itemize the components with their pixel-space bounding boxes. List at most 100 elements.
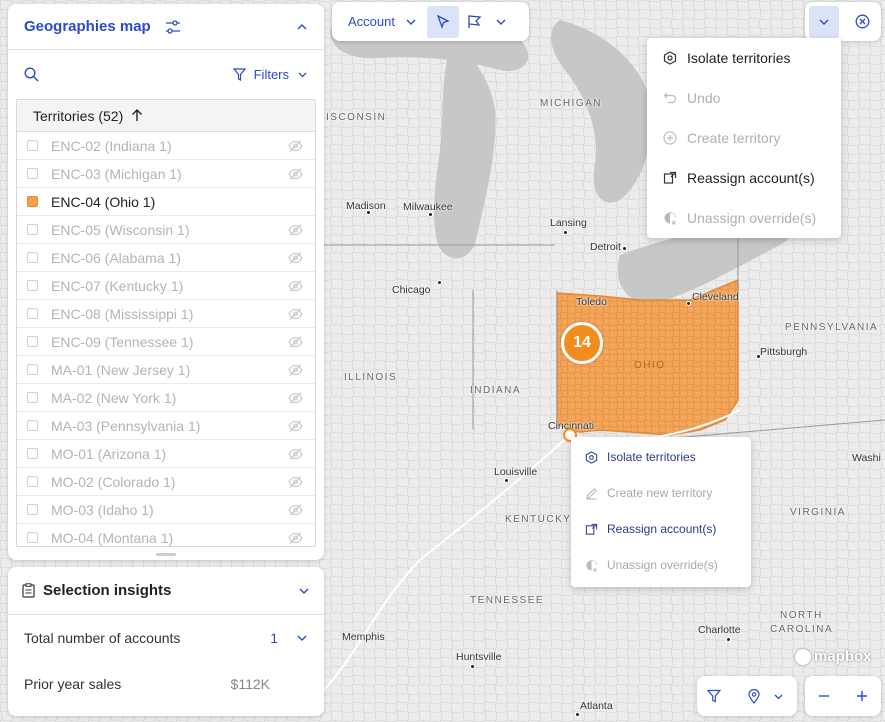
menu-item-create-territory[interactable]: Create territory: [647, 118, 841, 158]
territory-row[interactable]: MO-01 (Arizona 1): [17, 440, 315, 468]
city-label: Atlanta: [580, 700, 613, 712]
insights-title: Selection insights: [43, 582, 172, 599]
hidden-eye-icon[interactable]: [288, 475, 303, 489]
zoom-in-icon[interactable]: [856, 690, 868, 702]
state-label: KENTUCKY: [505, 514, 572, 525]
clear-selection-button[interactable]: [847, 6, 877, 38]
hidden-eye-icon[interactable]: [288, 279, 303, 293]
territory-color-swatch[interactable]: [27, 252, 38, 263]
total-accounts-label: Total number of accounts: [24, 630, 181, 646]
hidden-eye-icon[interactable]: [288, 307, 303, 321]
territory-row[interactable]: MA-01 (New Jersey 1): [17, 356, 315, 384]
menu-item-isolate-territories[interactable]: Isolate territories: [571, 439, 751, 475]
territory-color-swatch[interactable]: [27, 308, 38, 319]
prior-sales-row: Prior year sales $112K: [8, 661, 324, 707]
territory-color-swatch[interactable]: [27, 280, 38, 291]
chevron-down-icon[interactable]: [495, 16, 507, 28]
city-label: Cleveland: [692, 291, 739, 303]
filter-icon[interactable]: [707, 689, 721, 703]
territory-row[interactable]: ENC-03 (Michigan 1): [17, 160, 315, 188]
territory-color-swatch[interactable]: [27, 196, 38, 207]
territory-color-swatch[interactable]: [27, 392, 38, 403]
territory-color-swatch[interactable]: [27, 140, 38, 151]
prior-sales-label: Prior year sales: [24, 676, 122, 692]
selection-insights-panel: Selection insights Total number of accou…: [8, 567, 324, 716]
filters-button[interactable]: Filters: [232, 66, 308, 82]
territory-row[interactable]: ENC-05 (Wisconsin 1): [17, 216, 315, 244]
territory-label: MO-04 (Montana 1): [51, 529, 174, 546]
territory-list-header[interactable]: Territories (52): [17, 100, 315, 132]
territory-color-swatch[interactable]: [27, 420, 38, 431]
territory-row[interactable]: ENC-08 (Mississippi 1): [17, 300, 315, 328]
city-label: Milwaukee: [403, 201, 453, 213]
chevron-down-icon[interactable]: [773, 691, 784, 702]
territory-row[interactable]: MA-03 (Pennsylvania 1): [17, 412, 315, 440]
hidden-eye-icon[interactable]: [288, 335, 303, 349]
menu-item-label: Isolate territories: [607, 450, 696, 464]
sort-ascending-icon[interactable]: [131, 109, 143, 122]
menu-item-create-new-territory[interactable]: Create new territory: [571, 475, 751, 511]
pencil-icon: [586, 487, 597, 500]
territory-color-swatch[interactable]: [27, 224, 38, 235]
zoom-out-icon[interactable]: [818, 690, 830, 702]
territory-label: MA-03 (Pennsylvania 1): [51, 417, 201, 434]
territory-color-swatch[interactable]: [27, 448, 38, 459]
territory-row[interactable]: ENC-02 (Indiana 1): [17, 132, 315, 160]
reassign-icon: [663, 171, 677, 184]
account-dropdown[interactable]: Account: [338, 14, 427, 29]
menu-item-label: Reassign account(s): [687, 170, 815, 186]
reassign-icon: [585, 523, 598, 535]
menu-item-undo[interactable]: Undo: [647, 78, 841, 118]
territory-row[interactable]: MO-04 (Montana 1): [17, 524, 315, 546]
search-icon[interactable]: [24, 66, 39, 82]
hidden-eye-icon[interactable]: [288, 447, 303, 461]
territory-color-swatch[interactable]: [27, 336, 38, 347]
close-circle-icon: [855, 14, 869, 29]
panel-resize-handle[interactable]: [156, 553, 176, 556]
territory-row[interactable]: ENC-04 (Ohio 1): [17, 188, 315, 216]
territory-row[interactable]: MA-02 (New York 1): [17, 384, 315, 412]
menu-item-reassign-account-s[interactable]: Reassign account(s): [571, 511, 751, 547]
menu-item-label: Create territory: [687, 130, 781, 146]
menu-item-reassign-account-s[interactable]: Reassign account(s): [647, 158, 841, 198]
territory-row[interactable]: ENC-09 (Tennessee 1): [17, 328, 315, 356]
lasso-tool-button[interactable]: [459, 6, 491, 38]
geographies-panel: Geographies map Filters Territories (52)…: [8, 4, 324, 560]
territory-row[interactable]: MO-02 (Colorado 1): [17, 468, 315, 496]
territory-color-swatch[interactable]: [27, 168, 38, 179]
hidden-eye-icon[interactable]: [288, 503, 303, 517]
menu-item-isolate-territories[interactable]: Isolate territories: [647, 38, 841, 78]
select-tool-button[interactable]: [426, 5, 459, 38]
territory-row[interactable]: MO-03 (Idaho 1): [17, 496, 315, 524]
territory-color-swatch[interactable]: [27, 532, 38, 543]
chevron-down-icon[interactable]: [296, 632, 308, 644]
territory-color-swatch[interactable]: [27, 504, 38, 515]
menu-item-label: Create new territory: [607, 486, 713, 500]
chevron-up-icon[interactable]: [296, 21, 308, 33]
map-context-menu: Isolate territories Create new territory R…: [571, 437, 751, 587]
location-pin-icon[interactable]: [747, 688, 761, 704]
hidden-eye-icon[interactable]: [288, 363, 303, 377]
sliders-icon[interactable]: [165, 19, 181, 35]
menu-item-unassign-override-s[interactable]: Unassign override(s): [571, 547, 751, 583]
cluster-marker[interactable]: 14: [561, 322, 603, 364]
territory-color-swatch[interactable]: [27, 364, 38, 375]
hidden-eye-icon[interactable]: [288, 139, 303, 153]
hidden-eye-icon[interactable]: [288, 223, 303, 237]
filters-label: Filters: [253, 66, 289, 82]
right-toolbar: [805, 2, 881, 41]
hidden-eye-icon[interactable]: [288, 531, 303, 545]
menu-toggle-button[interactable]: [809, 5, 839, 38]
territory-row[interactable]: ENC-07 (Kentucky 1): [17, 272, 315, 300]
isolate-icon: [663, 51, 677, 65]
territory-label: ENC-04 (Ohio 1): [51, 193, 156, 210]
chevron-down-icon[interactable]: [298, 585, 310, 597]
menu-item-unassign-override-s[interactable]: Unassign override(s): [647, 198, 841, 238]
hidden-eye-icon[interactable]: [288, 251, 303, 265]
territory-label: MO-01 (Arizona 1): [51, 445, 167, 462]
hidden-eye-icon[interactable]: [288, 391, 303, 405]
territory-row[interactable]: ENC-06 (Alabama 1): [17, 244, 315, 272]
hidden-eye-icon[interactable]: [288, 167, 303, 181]
hidden-eye-icon[interactable]: [288, 419, 303, 433]
territory-color-swatch[interactable]: [27, 476, 38, 487]
